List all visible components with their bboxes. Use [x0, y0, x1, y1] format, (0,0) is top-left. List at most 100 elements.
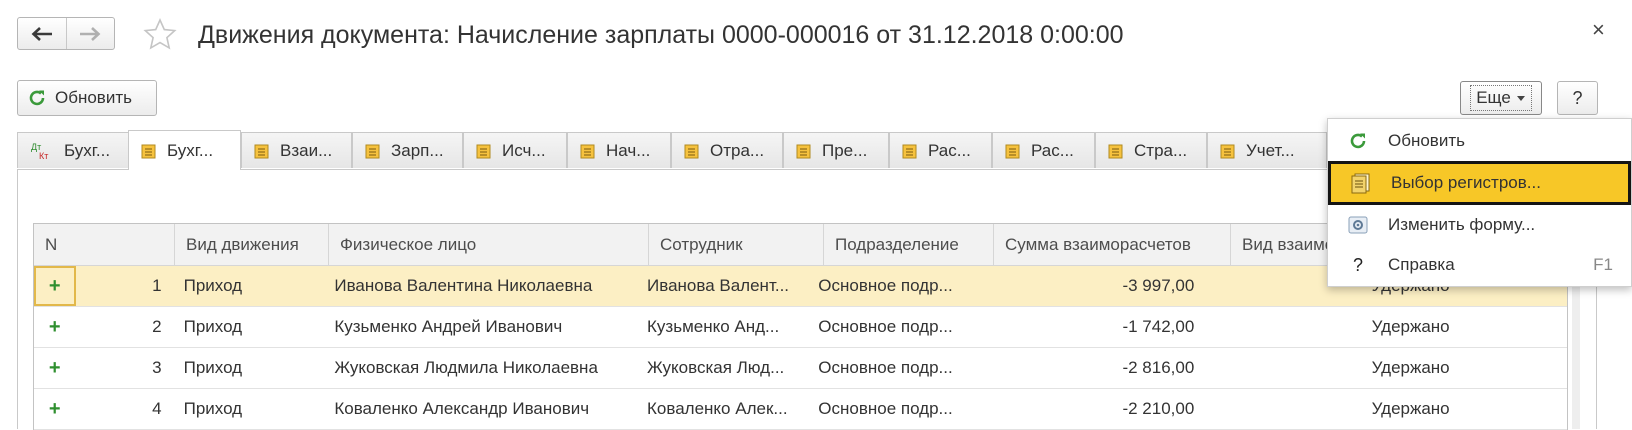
- tab-register-6[interactable]: Нач...: [567, 132, 671, 168]
- forward-button[interactable]: [65, 18, 115, 49]
- more-button-label: Еще: [1476, 88, 1511, 107]
- tab-register-7[interactable]: Отра...: [671, 132, 783, 168]
- tab-register-12[interactable]: Учет...: [1207, 132, 1327, 168]
- tab-register-8[interactable]: Пре...: [783, 132, 889, 168]
- department: Основное подр...: [818, 399, 953, 418]
- help-button[interactable]: ?: [1557, 81, 1598, 115]
- tab-label: Бухг...: [64, 140, 111, 160]
- employee: Жуковская Люд...: [647, 358, 785, 377]
- tab-label: Рас...: [1031, 140, 1074, 160]
- menu-item-label: Выбор регистров...: [1391, 173, 1541, 192]
- register-icon: [365, 143, 381, 159]
- more-button[interactable]: Еще: [1460, 81, 1542, 115]
- table-row[interactable]: + 4 Приход Коваленко Александр Иванович …: [34, 389, 1567, 430]
- person: Иванова Валентина Николаевна: [334, 276, 593, 295]
- menu-item-refresh[interactable]: Обновить: [1328, 121, 1631, 161]
- settlement-status: Удержано: [1371, 317, 1450, 336]
- employee: Иванова Валент...: [647, 276, 790, 295]
- register-icon: [684, 143, 700, 159]
- back-button[interactable]: [18, 18, 66, 49]
- settings-form-icon: [1328, 216, 1388, 234]
- register-icon: [796, 143, 812, 159]
- tab-register-3[interactable]: Взаи...: [241, 132, 352, 168]
- department: Основное подр...: [818, 317, 953, 336]
- tab-register-11[interactable]: Стра...: [1095, 132, 1207, 168]
- tab-label: Пре...: [822, 140, 868, 160]
- settlement-type-spacer: [1205, 307, 1371, 347]
- close-button[interactable]: ×: [1592, 17, 1605, 43]
- register-icon: [254, 143, 270, 159]
- person: Жуковская Людмила Николаевна: [334, 358, 598, 377]
- table-row[interactable]: + 3 Приход Жуковская Людмила Николаевна …: [34, 348, 1567, 389]
- menu-item-label: Обновить: [1388, 131, 1465, 150]
- column-header-n[interactable]: N: [34, 224, 175, 265]
- tab-register-4[interactable]: Зарп...: [352, 132, 463, 168]
- arrow-left-icon: [31, 26, 52, 41]
- register-icon: [476, 143, 492, 159]
- tab-label: Исч...: [502, 140, 546, 160]
- department: Основное подр...: [818, 276, 953, 295]
- tab-label: Бухг...: [167, 140, 214, 160]
- register-icon: [580, 143, 596, 159]
- table-row[interactable]: + 2 Приход Кузьменко Андрей Иванович Куз…: [34, 307, 1567, 348]
- plus-icon: +: [34, 266, 76, 306]
- dt-kt-icon: Дт Кт: [30, 141, 54, 161]
- settlement-status: Удержано: [1371, 399, 1450, 418]
- column-header-settlement-sum[interactable]: Сумма взаиморасчетов: [994, 224, 1231, 265]
- history-nav: [17, 17, 115, 50]
- column-header-department[interactable]: Подразделение: [824, 224, 994, 265]
- tab-accounting-dtkt[interactable]: Дт Кт Бухг...: [17, 132, 129, 168]
- tab-register-9[interactable]: Рас...: [889, 132, 992, 168]
- row-number: 3: [152, 358, 162, 377]
- menu-item-shortcut: F1: [1593, 255, 1613, 274]
- settlement-status: Удержано: [1371, 358, 1450, 377]
- tab-accounting-active[interactable]: Бухг...: [128, 130, 241, 170]
- tab-label: Учет...: [1246, 140, 1295, 160]
- settlement-type-spacer: [1205, 389, 1371, 429]
- menu-item-label: Справка: [1388, 255, 1455, 274]
- menu-item-change-form[interactable]: Изменить форму...: [1328, 205, 1631, 245]
- refresh-icon: [1328, 132, 1388, 150]
- person: Кузьменко Андрей Иванович: [334, 317, 563, 336]
- tab-label: Нач...: [606, 140, 651, 160]
- plus-icon: +: [48, 315, 61, 338]
- settlement-sum: -2 210,00: [1122, 399, 1195, 418]
- window-title: Движения документа: Начисление зарплаты …: [198, 21, 1124, 49]
- more-menu: Обновить Выбор регистров... Изменить фор…: [1327, 118, 1632, 287]
- department: Основное подр...: [818, 358, 953, 377]
- register-icon: [141, 143, 157, 159]
- register-icon: [1220, 143, 1236, 159]
- arrow-right-icon: [80, 26, 101, 41]
- more-button-focus: Еще: [1470, 85, 1532, 111]
- register-icon: [1108, 143, 1124, 159]
- registers-icon: [1331, 172, 1391, 194]
- plus-icon: +: [48, 397, 61, 420]
- tab-label: Взаи...: [280, 140, 333, 160]
- tab-label: Стра...: [1134, 140, 1188, 160]
- menu-item-select-registers[interactable]: Выбор регистров...: [1328, 161, 1631, 205]
- refresh-button-label: Обновить: [55, 88, 132, 107]
- refresh-button[interactable]: Обновить: [17, 80, 157, 116]
- tab-register-5[interactable]: Исч...: [463, 132, 567, 168]
- column-header-person[interactable]: Физическое лицо: [329, 224, 649, 265]
- tab-register-10[interactable]: Рас...: [992, 132, 1095, 168]
- settlement-sum: -3 997,00: [1122, 276, 1195, 295]
- movement-type: Приход: [183, 399, 243, 418]
- help-icon: ?: [1352, 254, 1363, 275]
- column-header-employee[interactable]: Сотрудник: [649, 224, 824, 265]
- movement-type: Приход: [183, 358, 243, 377]
- refresh-icon: [29, 90, 45, 106]
- favorite-star-icon[interactable]: [143, 18, 177, 55]
- register-icon: [1005, 143, 1021, 159]
- register-icon: [902, 143, 918, 159]
- tab-label: Отра...: [710, 140, 765, 160]
- settlement-sum: -1 742,00: [1122, 317, 1195, 336]
- plus-icon: +: [48, 356, 61, 379]
- svg-text:Кт: Кт: [39, 151, 48, 161]
- column-header-movement-type[interactable]: Вид движения: [175, 224, 329, 265]
- row-number: 2: [152, 317, 162, 336]
- tab-label: Рас...: [928, 140, 971, 160]
- row-number: 4: [152, 399, 162, 418]
- menu-item-help[interactable]: ? Справка F1: [1328, 245, 1631, 285]
- movement-type: Приход: [183, 317, 243, 336]
